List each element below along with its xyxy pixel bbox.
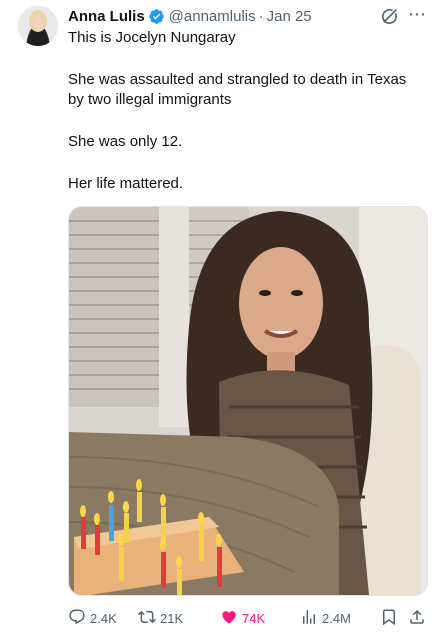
- tweet-date[interactable]: Jan 25: [267, 8, 312, 25]
- tweet-text-line-3: She was only 12.: [68, 133, 183, 150]
- tweet-text-line-1: This is Jocelyn Nungaray: [68, 29, 236, 46]
- grok-icon[interactable]: [380, 6, 400, 30]
- views-button[interactable]: 2.4M: [300, 608, 351, 628]
- share-button[interactable]: [408, 608, 430, 628]
- bookmark-button[interactable]: [380, 608, 402, 628]
- share-icon: [408, 608, 430, 629]
- tweet-text-line-4: Her life mattered.: [68, 175, 184, 192]
- bookmark-icon: [380, 608, 402, 629]
- tweet-text-line-2: She was assaulted and strangled to death…: [68, 71, 407, 108]
- tweet-header: Anna Lulis @annamlulis · Jan 25 ⋯: [68, 4, 432, 26]
- avatar[interactable]: [18, 6, 58, 46]
- reply-count: 2.4K: [90, 610, 117, 626]
- retweet-icon: [138, 608, 160, 629]
- views-icon: [300, 608, 322, 629]
- tweet-actions: 2.4K 21K 74K 2.4M: [68, 604, 432, 632]
- author-name[interactable]: Anna Lulis: [68, 8, 145, 25]
- heart-icon: [220, 608, 242, 629]
- separator-dot: ·: [258, 7, 264, 25]
- retweet-count: 21K: [160, 610, 184, 626]
- author-handle[interactable]: @annamlulis: [169, 8, 256, 25]
- reply-button[interactable]: 2.4K: [68, 608, 117, 628]
- like-button[interactable]: 74K: [220, 608, 265, 628]
- retweet-button[interactable]: 21K: [138, 608, 183, 628]
- more-icon[interactable]: ⋯: [408, 4, 427, 25]
- tweet-photo[interactable]: [68, 206, 428, 596]
- tweet: Anna Lulis @annamlulis · Jan 25 ⋯ This i…: [0, 0, 444, 640]
- like-count: 74K: [242, 610, 266, 626]
- verified-badge-icon: [148, 8, 165, 25]
- reply-icon: [68, 608, 90, 629]
- views-count: 2.4M: [322, 610, 351, 626]
